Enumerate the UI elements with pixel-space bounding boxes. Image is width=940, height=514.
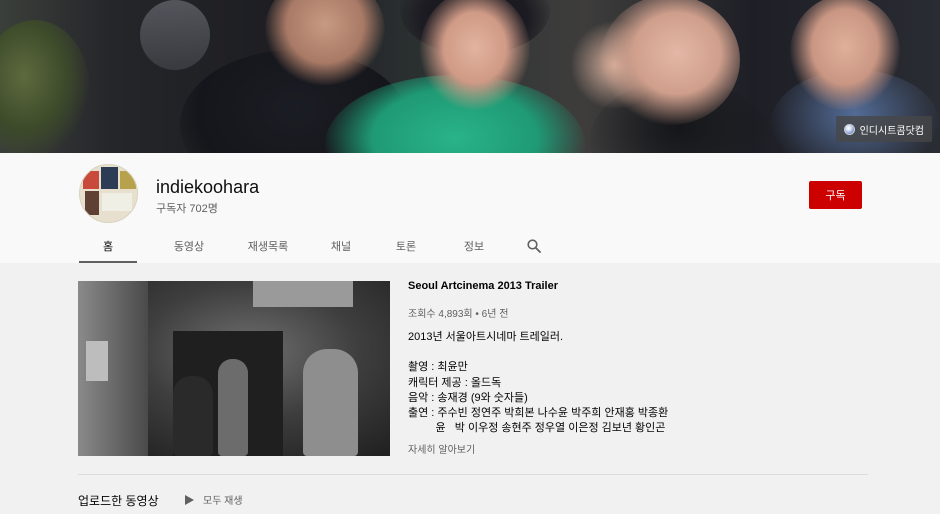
subscriber-count: 구독자 702명 [156, 203, 218, 215]
avatar-art [83, 171, 99, 189]
featured-video-description: 2013년 서울아트시네마 트레일러. 촬영 : 최윤만 캐릭터 제공 : 올드… [408, 331, 669, 435]
tab-home[interactable]: 홈 [79, 229, 137, 263]
avatar-art [85, 191, 99, 215]
avatar[interactable] [79, 164, 138, 223]
banner-art [790, 0, 900, 110]
play-icon [185, 494, 194, 505]
avatar-art [120, 171, 136, 189]
read-more-link[interactable]: 자세히 알아보기 [408, 441, 475, 456]
banner-art [140, 0, 210, 70]
featured-video-meta: 조회수 4,893회 • 6년 전 [408, 309, 509, 320]
thumbnail-art [253, 281, 353, 307]
uploads-section-title[interactable]: 업로드한 동영상 [78, 492, 159, 509]
thumbnail-art [218, 359, 248, 456]
tab-videos[interactable]: 동영상 [151, 229, 227, 263]
thumbnail-art [86, 341, 108, 381]
tab-discussion[interactable]: 토론 [373, 229, 439, 263]
thumbnail-art [173, 376, 213, 456]
channel-tabs: 홈 동영상 재생목록 채널 토론 정보 [79, 229, 559, 263]
banner-link-label: 인디시트콤닷컴 [859, 125, 924, 137]
play-all-label: 모두 재생 [203, 496, 243, 507]
banner-art [600, 0, 740, 125]
featured-video-title[interactable]: Seoul Artcinema 2013 Trailer [408, 280, 558, 292]
featured-video-thumbnail[interactable] [78, 281, 390, 456]
channel-header: indiekoohara 구독자 702명 구독 홈 동영상 재생목록 채널 토… [0, 153, 940, 263]
channel-banner: 인디시트콤닷컴 [0, 0, 940, 153]
channel-name: indiekoohara [156, 177, 260, 197]
tab-playlists[interactable]: 재생목록 [227, 229, 309, 263]
banner-art [0, 20, 90, 153]
thumbnail-art [303, 349, 358, 456]
avatar-art [102, 193, 132, 211]
play-all-button[interactable]: 모두 재생 [185, 492, 243, 507]
tab-channels[interactable]: 채널 [309, 229, 373, 263]
avatar-art [101, 167, 118, 189]
banner-website-link[interactable]: 인디시트콤닷컴 [835, 116, 932, 142]
search-button[interactable] [509, 229, 559, 263]
globe-icon [843, 123, 855, 135]
search-icon [527, 239, 541, 253]
subscribe-button[interactable]: 구독 [809, 181, 862, 209]
divider [78, 474, 868, 475]
tab-about[interactable]: 정보 [439, 229, 509, 263]
